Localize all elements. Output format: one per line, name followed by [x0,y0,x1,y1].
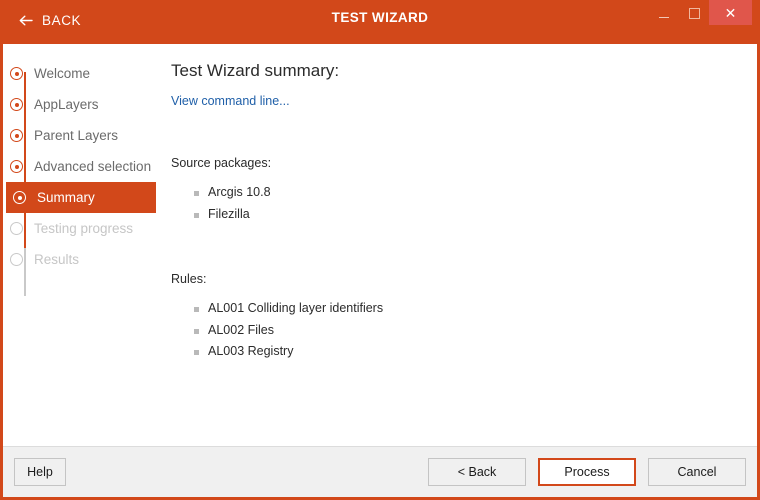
list-item: AL001 Colliding layer identifiers [194,298,737,320]
step-dot-icon [10,129,23,142]
source-packages-label: Source packages: [171,156,272,170]
source-packages-section: Source packages: Arcgis 10.8 Filezilla [171,156,737,225]
list-item: AL003 Registry [194,341,737,363]
rules-list: AL001 Colliding layer identifiers AL002 … [171,298,737,363]
sidebar-item-applayers[interactable]: AppLayers [3,89,160,120]
window-title: TEST WIZARD [331,10,429,25]
step-dot-icon [10,253,23,266]
sidebar-item-advanced-selection[interactable]: Advanced selection [3,151,160,182]
content-area: Welcome AppLayers Parent Layers Advanced… [3,44,757,446]
step-dot-icon [10,222,23,235]
page-title: Test Wizard summary: [171,61,340,80]
step-dot-icon [10,98,23,111]
arrow-left-icon [18,13,33,28]
view-command-line-link[interactable]: View command line... [171,94,290,108]
sidebar-item-testing-progress: Testing progress [3,213,160,244]
sidebar-item-label: Results [34,252,80,267]
sidebar-item-label: Summary [37,190,95,205]
back-button[interactable]: BACK [18,9,81,31]
window-body: Welcome AppLayers Parent Layers Advanced… [3,44,757,497]
process-button[interactable]: Process [538,458,636,486]
step-dot-icon [13,191,26,204]
step-dot-icon [10,160,23,173]
close-icon[interactable]: ✕ [709,0,752,25]
list-item: Arcgis 10.8 [194,182,737,204]
minimize-icon[interactable] [649,0,679,26]
sidebar-item-label: Welcome [34,66,91,81]
list-item-label: Arcgis 10.8 [208,185,271,199]
bullet-square-icon [194,191,199,196]
list-item-label: AL001 Colliding layer identifiers [208,301,384,315]
help-button[interactable]: Help [14,458,66,486]
sidebar-item-summary[interactable]: Summary [6,182,156,213]
back-nav-button[interactable]: < Back [428,458,526,486]
list-item-label: AL002 Files [208,322,275,337]
sidebar-item-label: Advanced selection [34,159,152,174]
source-packages-list: Arcgis 10.8 Filezilla [171,182,737,225]
bullet-square-icon [194,350,199,355]
sidebar-item-welcome[interactable]: Welcome [3,58,160,89]
sidebar-item-label: Parent Layers [34,128,119,143]
bullet-square-icon [194,212,199,218]
sidebar-item-results: Results [3,244,160,275]
sidebar-item-parent-layers[interactable]: Parent Layers [3,120,160,151]
list-item: AL002 Files [194,320,737,342]
sidebar-item-label: Testing progress [34,221,134,236]
maximize-icon[interactable] [679,0,709,26]
bullet-square-icon [194,307,199,312]
list-item-label: AL003 Registry [208,344,294,358]
rules-label: Rules: [171,272,207,286]
back-button-label: BACK [42,12,82,28]
list-item-label: Filezilla [208,206,250,221]
summary-panel: Test Wizard summary: View command line..… [160,44,757,446]
step-sidebar: Welcome AppLayers Parent Layers Advanced… [3,44,160,446]
wizard-window: BACK TEST WIZARD ✕ Welcome AppLayers Par… [0,0,760,500]
window-controls: ✕ [649,0,752,26]
list-item: Filezilla [194,204,737,226]
footer-bar: Help < Back Process Cancel [3,446,757,497]
cancel-button[interactable]: Cancel [648,458,746,486]
rules-section: Rules: AL001 Colliding layer identifiers… [171,272,737,363]
sidebar-item-label: AppLayers [34,97,99,112]
bullet-square-icon [194,328,199,334]
title-bar: BACK TEST WIZARD ✕ [0,0,760,44]
step-dot-icon [10,67,23,80]
